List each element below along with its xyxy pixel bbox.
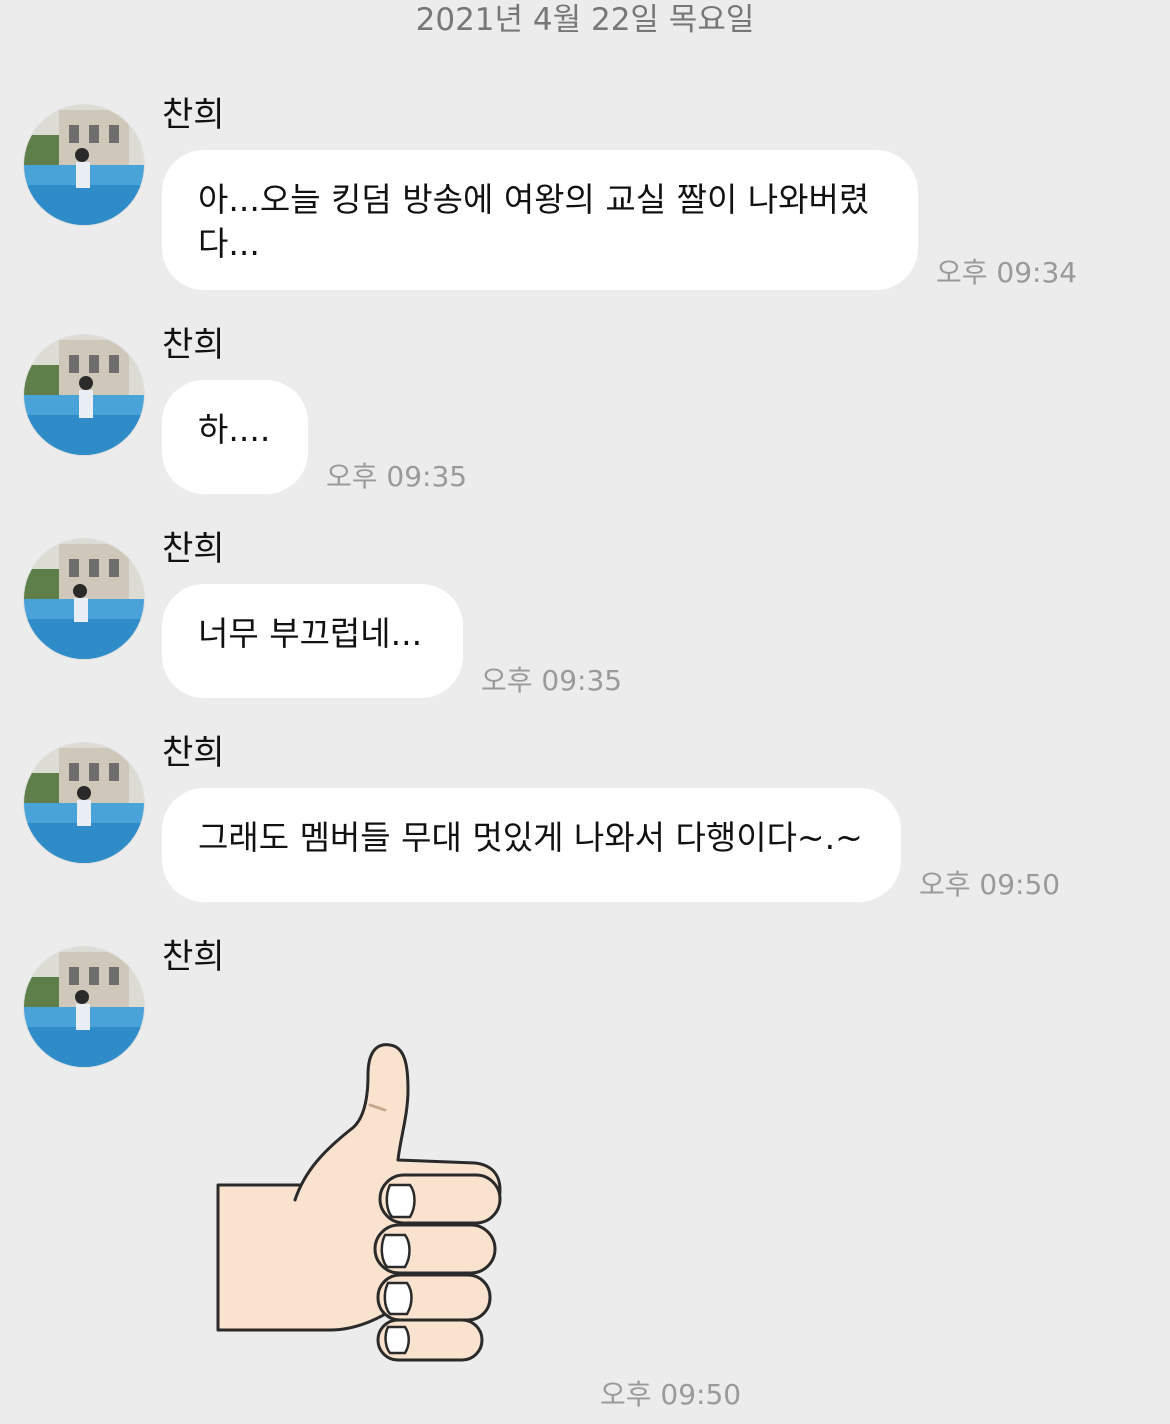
date-divider: 2021년 4월 22일 목요일: [415, 2, 755, 38]
avatar[interactable]: [24, 539, 144, 659]
message-time: 오후 09:50: [919, 868, 1061, 901]
thumbs-up-icon[interactable]: [210, 1035, 510, 1365]
avatar[interactable]: [24, 335, 144, 455]
avatar[interactable]: [24, 947, 144, 1067]
sender-name: 찬희: [162, 325, 225, 365]
sender-name: 찬희: [162, 733, 225, 773]
avatar[interactable]: [24, 105, 144, 225]
message-time: 오후 09:34: [936, 256, 1078, 289]
message-time: 오후 09:35: [326, 460, 468, 493]
message-bubble[interactable]: 그래도 멤버들 무대 멋있게 나와서 다행이다~.~: [162, 788, 901, 902]
avatar[interactable]: [24, 743, 144, 863]
message-time: 오후 09:50: [600, 1378, 742, 1411]
chat-view: 2021년 4월 22일 목요일 찬희 아...오늘 킹덤 방송에 여왕의 교실…: [0, 0, 1170, 1424]
message-bubble[interactable]: 아...오늘 킹덤 방송에 여왕의 교실 짤이 나와버렸 다...: [162, 150, 918, 290]
sender-name: 찬희: [162, 95, 225, 135]
sender-name: 찬희: [162, 529, 225, 569]
message-time: 오후 09:35: [481, 664, 623, 697]
sender-name: 찬희: [162, 937, 225, 977]
message-bubble[interactable]: 너무 부끄럽네...: [162, 584, 463, 698]
message-bubble[interactable]: 하....: [162, 380, 308, 494]
